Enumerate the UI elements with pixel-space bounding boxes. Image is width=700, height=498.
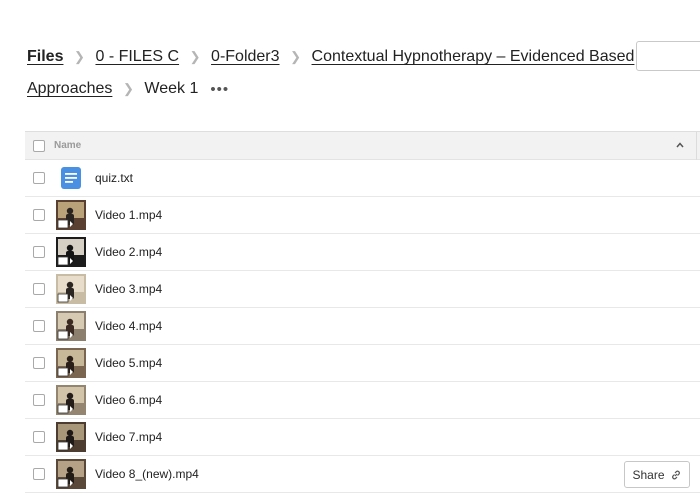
chevron-right-icon: ❯ xyxy=(122,81,134,96)
table-row[interactable]: Video 4.mp4 xyxy=(25,308,700,345)
file-name[interactable]: Video 2.mp4 xyxy=(95,245,162,259)
column-header-name[interactable]: Name xyxy=(54,140,81,151)
file-name[interactable]: Video 4.mp4 xyxy=(95,319,162,333)
breadcrumb-files-c[interactable]: 0 - FILES C xyxy=(95,48,179,66)
share-button[interactable]: Share xyxy=(624,461,690,488)
breadcrumb-row-2: Approaches ❯ Week 1 ••• xyxy=(27,74,229,104)
table-row[interactable]: Video 3.mp4 xyxy=(25,271,700,308)
video-thumbnail-icon xyxy=(56,311,86,341)
text-document-icon xyxy=(61,167,81,189)
file-name[interactable]: Video 1.mp4 xyxy=(95,208,162,222)
file-name[interactable]: Video 6.mp4 xyxy=(95,393,162,407)
video-thumbnail-icon xyxy=(56,385,86,415)
row-checkbox[interactable] xyxy=(33,320,45,332)
file-name[interactable]: quiz.txt xyxy=(95,171,133,185)
video-thumbnail[interactable] xyxy=(56,200,86,230)
file-name[interactable]: Video 5.mp4 xyxy=(95,356,162,370)
file-icon[interactable] xyxy=(56,163,86,193)
file-list: quiz.txt Video 1.mp4 Video 2.mp4 Video 3.mp… xyxy=(25,160,700,493)
video-thumbnail-icon xyxy=(56,348,86,378)
breadcrumb-approaches[interactable]: Approaches xyxy=(27,80,112,98)
video-thumbnail[interactable] xyxy=(56,348,86,378)
row-checkbox[interactable] xyxy=(33,209,45,221)
file-name[interactable]: Video 8_(new).mp4 xyxy=(95,467,199,481)
row-checkbox[interactable] xyxy=(33,394,45,406)
chevron-right-icon: ❯ xyxy=(290,49,301,64)
file-name[interactable]: Video 3.mp4 xyxy=(95,282,162,296)
row-checkbox[interactable] xyxy=(33,431,45,443)
breadcrumb-contextual-hypnotherapy[interactable]: Contextual Hypnotherapy – Evidenced Base… xyxy=(312,48,635,66)
chevron-right-icon: ❯ xyxy=(74,49,85,64)
video-thumbnail-icon xyxy=(56,237,86,267)
video-thumbnail[interactable] xyxy=(56,459,86,489)
row-checkbox[interactable] xyxy=(33,357,45,369)
chevron-right-icon: ❯ xyxy=(189,49,201,64)
video-thumbnail-icon xyxy=(56,274,86,304)
more-options-icon[interactable]: ••• xyxy=(210,81,229,98)
video-thumbnail[interactable] xyxy=(56,385,86,415)
breadcrumb-current-week: Week 1 xyxy=(144,80,199,97)
table-row[interactable]: Video 7.mp4 xyxy=(25,419,700,456)
table-row[interactable]: Video 8_(new).mp4 Share xyxy=(25,456,700,493)
table-row[interactable]: Video 6.mp4 xyxy=(25,382,700,419)
table-header: Name xyxy=(25,131,700,160)
table-row[interactable]: Video 5.mp4 xyxy=(25,345,700,382)
chevron-up-icon[interactable] xyxy=(675,140,685,150)
select-all-checkbox[interactable] xyxy=(33,140,45,152)
video-thumbnail[interactable] xyxy=(56,274,86,304)
video-thumbnail-icon xyxy=(56,459,86,489)
video-thumbnail[interactable] xyxy=(56,311,86,341)
breadcrumb-folder3[interactable]: 0-Folder3 xyxy=(211,48,279,66)
video-thumbnail[interactable] xyxy=(56,422,86,452)
link-icon xyxy=(671,470,680,479)
search-input[interactable] xyxy=(636,41,700,71)
row-checkbox[interactable] xyxy=(33,468,45,480)
video-thumbnail-icon xyxy=(56,200,86,230)
breadcrumb-files[interactable]: Files xyxy=(27,48,63,66)
table-row[interactable]: Video 2.mp4 xyxy=(25,234,700,271)
video-thumbnail-icon xyxy=(56,422,86,452)
table-row[interactable]: quiz.txt xyxy=(25,160,700,197)
table-row[interactable]: Video 1.mp4 xyxy=(25,197,700,234)
row-checkbox[interactable] xyxy=(33,246,45,258)
share-button-label: Share xyxy=(632,467,665,482)
column-divider xyxy=(696,132,697,160)
row-checkbox[interactable] xyxy=(33,172,45,184)
breadcrumb-row-1: Files ❯ 0 - FILES C ❯ 0-Folder3 ❯ Contex… xyxy=(27,42,634,72)
row-checkbox[interactable] xyxy=(33,283,45,295)
file-table: Name quiz.txt Video 1.mp4 Video 2.mp4 Video… xyxy=(25,131,700,493)
file-name[interactable]: Video 7.mp4 xyxy=(95,430,162,444)
video-thumbnail[interactable] xyxy=(56,237,86,267)
